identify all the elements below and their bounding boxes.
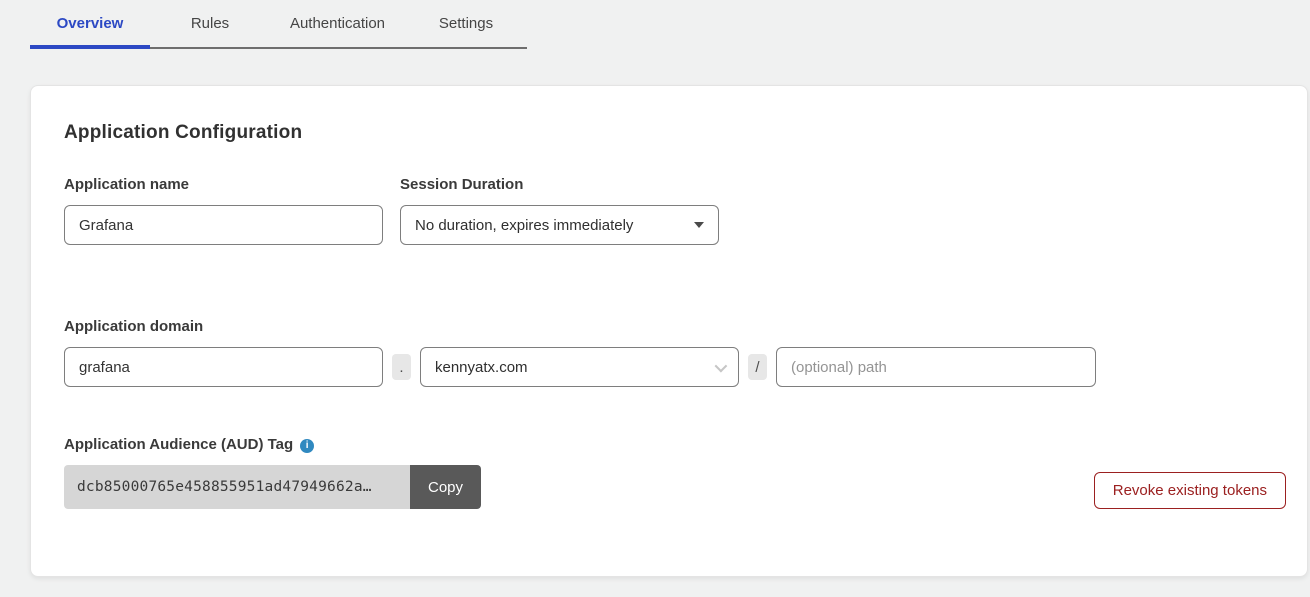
application-configuration-card: Application Configuration Application na…: [30, 85, 1308, 577]
domain-select-value: kennyatx.com: [435, 359, 528, 376]
application-name-input[interactable]: [64, 205, 383, 245]
tab-bar: Overview Rules Authentication Settings: [30, 0, 527, 49]
application-name-label: Application name: [64, 176, 189, 193]
tab-settings[interactable]: Settings: [405, 0, 527, 47]
path-input[interactable]: [776, 347, 1096, 387]
tab-overview[interactable]: Overview: [30, 0, 150, 47]
caret-down-icon: [694, 222, 704, 228]
copy-aud-button[interactable]: Copy: [410, 465, 481, 509]
domain-select[interactable]: kennyatx.com: [420, 347, 739, 387]
application-domain-label: Application domain: [64, 318, 203, 335]
aud-tag-label-text: Application Audience (AUD) Tag: [64, 436, 293, 453]
chevron-down-icon: [715, 359, 728, 372]
subdomain-input[interactable]: [64, 347, 383, 387]
aud-tag-value: dcb85000765e458855951ad47949662a…: [64, 465, 410, 509]
domain-dot-separator: .: [392, 354, 411, 380]
session-duration-select[interactable]: No duration, expires immediately: [400, 205, 719, 245]
active-tab-indicator: [30, 45, 150, 49]
tab-rules-label: Rules: [191, 15, 229, 32]
page-title: Application Configuration: [64, 122, 302, 144]
domain-slash-separator: /: [748, 354, 767, 380]
info-icon[interactable]: [300, 439, 314, 453]
revoke-tokens-button[interactable]: Revoke existing tokens: [1094, 472, 1286, 509]
aud-tag-label: Application Audience (AUD) Tag: [64, 436, 314, 453]
tab-overview-label: Overview: [57, 15, 124, 32]
tab-authentication-label: Authentication: [290, 15, 385, 32]
session-duration-label: Session Duration: [400, 176, 523, 193]
session-duration-value: No duration, expires immediately: [415, 217, 633, 234]
tab-settings-label: Settings: [439, 15, 493, 32]
aud-tag-row: dcb85000765e458855951ad47949662a… Copy: [64, 465, 481, 509]
tab-rules[interactable]: Rules: [150, 0, 270, 47]
tab-authentication[interactable]: Authentication: [270, 0, 405, 47]
